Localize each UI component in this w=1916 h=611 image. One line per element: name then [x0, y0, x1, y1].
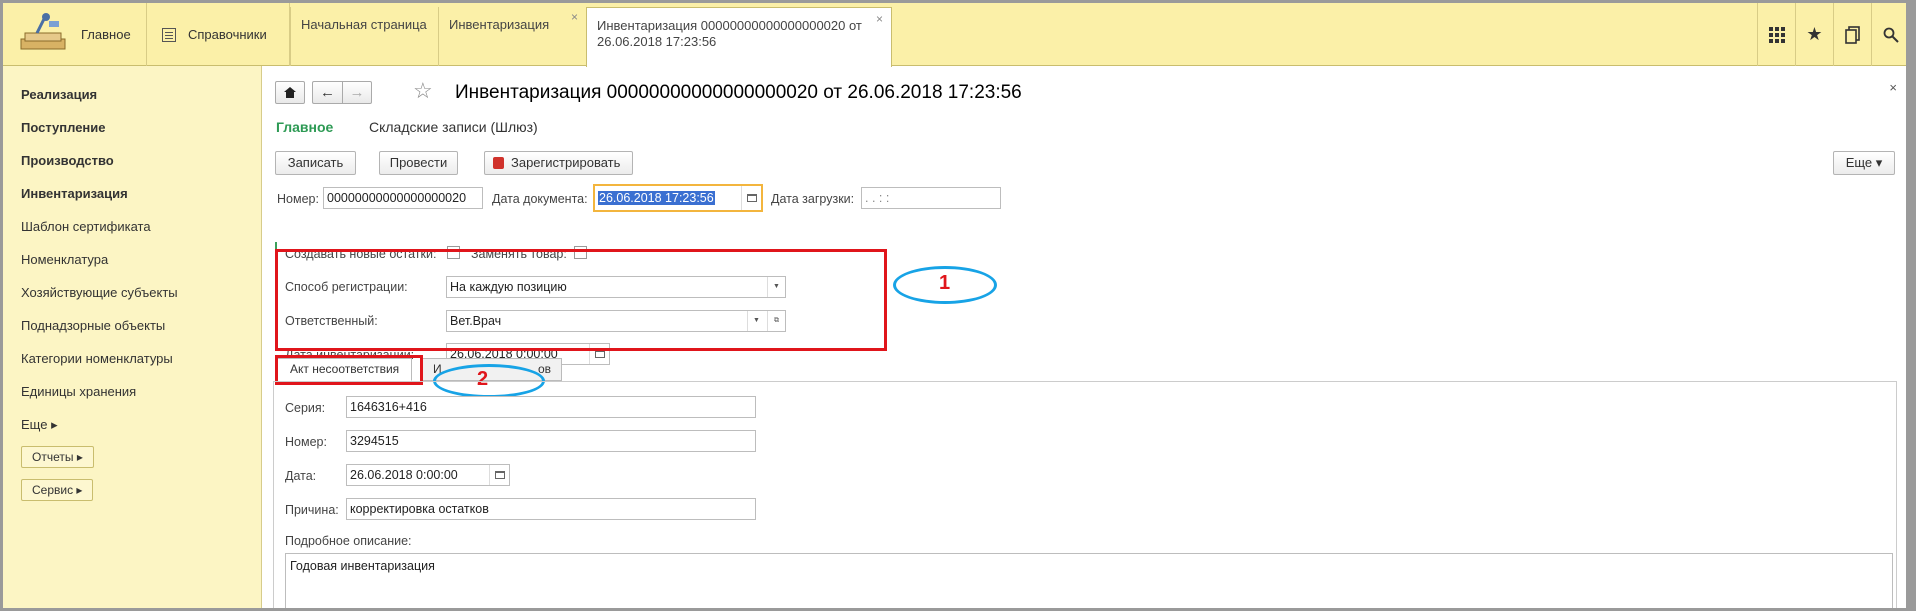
- act-number-label: Номер:: [285, 435, 327, 449]
- section-main-label: Главное: [81, 27, 131, 42]
- sidebar-item-receipts[interactable]: Поступление: [21, 120, 106, 135]
- more-button[interactable]: Еще ▾: [1833, 151, 1895, 175]
- tab-home-page[interactable]: Начальная страница: [290, 7, 438, 66]
- calendar-icon[interactable]: [741, 186, 761, 210]
- load-date-label: Дата загрузки:: [771, 192, 855, 206]
- arrow-right-icon: →: [349, 84, 365, 101]
- description-textarea[interactable]: Годовая инвентаризация: [285, 553, 1893, 608]
- tab-label-line1: Инвентаризация 00000000000000000020 от: [597, 18, 862, 33]
- annotation-label-1: 1: [939, 272, 951, 294]
- close-icon[interactable]: ×: [876, 11, 883, 27]
- section-references[interactable]: Справочники: [148, 3, 290, 66]
- register-icon: [493, 157, 504, 169]
- doc-date-value: 26.06.2018 17:23:56: [598, 191, 715, 205]
- sidebar-item-more[interactable]: Еще ▸: [21, 417, 58, 433]
- reports-button[interactable]: Отчеты ▸: [21, 446, 94, 468]
- app-window: Главное Справочники Начальная страница И…: [0, 0, 1916, 611]
- reason-label: Причина:: [285, 503, 339, 517]
- link-warehouse-records[interactable]: Складские записи (Шлюз): [369, 119, 538, 135]
- act-date-field[interactable]: 26.06.2018 0:00:00: [346, 464, 510, 486]
- link-main[interactable]: Главное: [276, 119, 333, 135]
- sidebar-item-nomenclature-categories[interactable]: Категории номенклатуры: [21, 351, 173, 366]
- home-icon: [284, 87, 296, 98]
- annotation-box-1: [275, 249, 887, 351]
- close-icon[interactable]: ×: [1889, 80, 1897, 95]
- section-references-label: Справочники: [188, 27, 267, 42]
- tab-label-line2: 26.06.2018 17:23:56: [597, 34, 717, 49]
- post-button[interactable]: Провести: [379, 151, 458, 175]
- forward-button[interactable]: →: [342, 81, 372, 104]
- sidebar-item-sales[interactable]: Реализация: [21, 87, 97, 102]
- reason-field[interactable]: корректировка остатков: [346, 498, 756, 520]
- sidebar-item-supervised-objects[interactable]: Поднадзорные объекты: [21, 318, 165, 333]
- write-button[interactable]: Записать: [275, 151, 356, 175]
- favorite-star-icon[interactable]: ☆: [413, 78, 433, 104]
- sidebar-item-nomenclature[interactable]: Номенклатура: [21, 252, 108, 267]
- top-bar: Главное Справочники Начальная страница И…: [3, 3, 1906, 67]
- list-icon: [162, 27, 176, 42]
- close-icon[interactable]: ×: [571, 10, 578, 24]
- number-field[interactable]: 00000000000000000020: [323, 187, 483, 209]
- sidebar-item-inventory[interactable]: Инвентаризация: [21, 186, 128, 201]
- service-button[interactable]: Сервис ▸: [21, 479, 94, 501]
- sidebar-item-certificate-template[interactable]: Шаблон сертификата: [21, 219, 151, 234]
- tab-label: Начальная страница: [301, 17, 427, 32]
- sidebar-item-production[interactable]: Производство: [21, 153, 114, 168]
- apps-grid-icon[interactable]: [1757, 3, 1795, 66]
- top-right-toolbar: ★: [1757, 3, 1906, 66]
- doc-date-label: Дата документа:: [492, 192, 588, 206]
- sidebar-item-business-entities[interactable]: Хозяйствующие субъекты: [21, 285, 178, 300]
- series-field[interactable]: 1646316+416: [346, 396, 756, 418]
- back-button[interactable]: ←: [312, 81, 342, 104]
- document-form: ← → ☆ Инвентаризация 0000000000000000002…: [263, 66, 1906, 608]
- act-number-field[interactable]: 3294515: [346, 430, 756, 452]
- page-title: Инвентаризация 00000000000000000020 от 2…: [455, 82, 1022, 103]
- number-label: Номер:: [277, 192, 319, 206]
- act-date-label: Дата:: [285, 469, 317, 483]
- history-icon[interactable]: [1833, 3, 1871, 66]
- star-icon[interactable]: ★: [1795, 3, 1833, 66]
- tab-label: Инвентаризация: [449, 17, 550, 32]
- calendar-icon[interactable]: [489, 465, 509, 485]
- home-button[interactable]: [275, 81, 305, 104]
- load-date-field[interactable]: . . : :: [861, 187, 1001, 209]
- series-label: Серия:: [285, 401, 326, 415]
- section-main[interactable]: Главное: [3, 3, 147, 66]
- tab-inventory-list[interactable]: Инвентаризация ×: [438, 7, 586, 66]
- register-button[interactable]: Зарегистрировать: [484, 151, 633, 175]
- arrow-left-icon: ←: [320, 84, 335, 101]
- act-date-value: 26.06.2018 0:00:00: [350, 468, 458, 482]
- search-icon[interactable]: [1871, 3, 1906, 66]
- register-label: Зарегистрировать: [511, 155, 621, 170]
- doc-date-field[interactable]: 26.06.2018 17:23:56: [593, 184, 763, 212]
- tab-inventory-document[interactable]: Инвентаризация 00000000000000000020 от 2…: [586, 7, 892, 67]
- sidebar-item-storage-units[interactable]: Единицы хранения: [21, 384, 136, 399]
- sidebar: Реализация Поступление Производство Инве…: [3, 66, 262, 608]
- description-label: Подробное описание:: [285, 534, 412, 548]
